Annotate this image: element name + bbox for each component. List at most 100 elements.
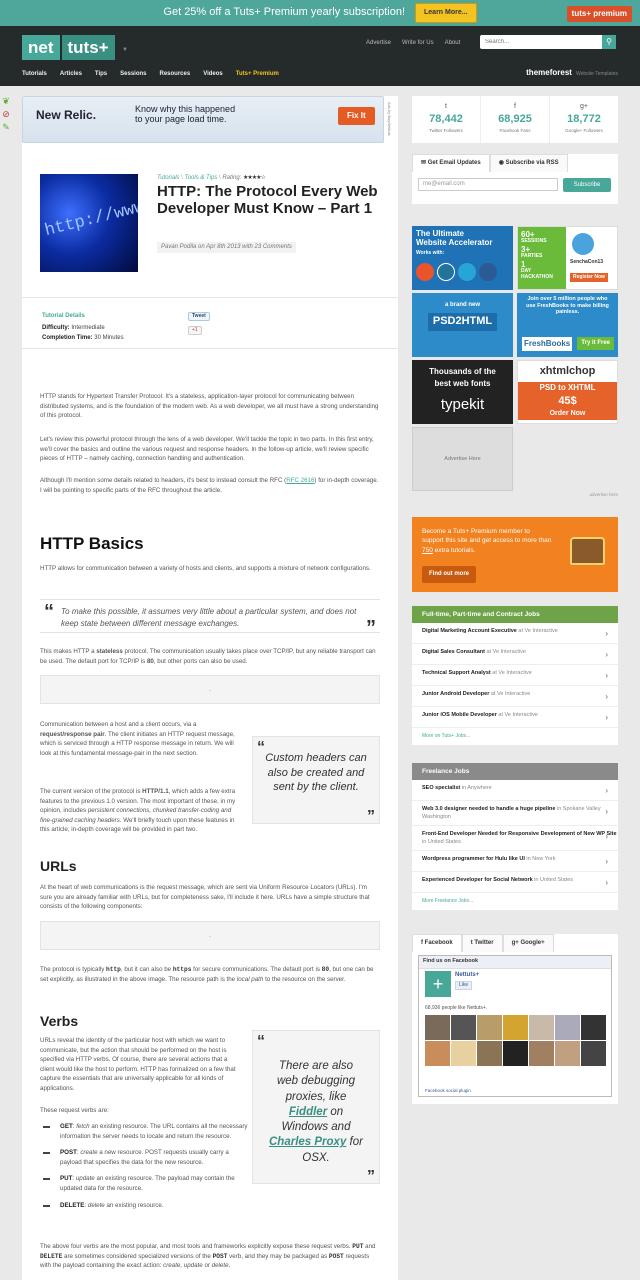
tab-twitter[interactable]: t Twitter — [461, 934, 503, 952]
tuts-premium-logo[interactable]: tuts+ premium — [566, 6, 632, 22]
pullquote2-open-icon: “ — [257, 1033, 265, 1050]
advertise-link[interactable]: Advertise — [366, 39, 391, 48]
write-for-us-link[interactable]: Write for Us — [402, 39, 434, 48]
avatar[interactable] — [425, 1041, 450, 1066]
chevron-right-icon: › — [605, 878, 608, 887]
freelance-item[interactable]: Wordpress programmer for Hulu like UI in… — [412, 851, 618, 872]
themeforest-sub: Website Templates — [575, 71, 618, 77]
premium-count-link[interactable]: 750 — [422, 547, 433, 554]
avatar[interactable] — [555, 1015, 580, 1040]
search-icon[interactable]: ⚲ — [602, 35, 616, 49]
job-item[interactable]: Junior iOS Mobile Developer at Ve Intera… — [412, 707, 618, 728]
nav-videos[interactable]: Videos — [203, 70, 223, 79]
advertise-here-slot[interactable]: Advertise Here — [412, 427, 513, 491]
tab-googleplus[interactable]: g+ Google+ — [502, 934, 554, 952]
themeforest-ad[interactable]: themeforest Website Templates — [526, 67, 618, 79]
site-logo[interactable]: net tuts+ — [22, 35, 115, 60]
freelance-item[interactable]: Front-End Developer Needed for Responsiv… — [412, 826, 618, 851]
subscribe-button[interactable]: Subscribe — [563, 178, 611, 192]
nav-articles[interactable]: Articles — [60, 70, 82, 79]
breadcrumb-tools-tips[interactable]: Tools & Tips — [185, 175, 218, 181]
freelance-item[interactable]: Web 3.0 designer needed to handle a huge… — [412, 801, 618, 826]
top-links: Advertise Write for Us About — [366, 39, 460, 48]
pullquote-close-icon: ” — [367, 807, 375, 825]
ad-xhtmlchop[interactable]: xhtmlchop PSD to XHTML 45$ Order Now — [517, 360, 618, 424]
nettuts-avatar[interactable]: + — [425, 971, 451, 997]
premium-promo: Become a Tuts+ Premium member to support… — [412, 517, 618, 592]
themeforest-logo: themeforest — [526, 68, 572, 77]
advertise-here-link[interactable]: advertise here — [589, 492, 618, 499]
breadcrumb-tutorials[interactable]: Tutorials — [157, 175, 180, 181]
nav-sessions[interactable]: Sessions — [120, 70, 146, 79]
nav-tips[interactable]: Tips — [95, 70, 107, 79]
learn-more-button[interactable]: Learn More... — [415, 2, 477, 24]
tab-rss[interactable]: ◉ Subscribe via RSS — [489, 154, 568, 172]
tool-icon[interactable]: ✎ — [0, 121, 12, 134]
tweet-button[interactable]: Tweet — [188, 312, 210, 322]
twitter-stat[interactable]: t 78,442 Twitter Followers — [412, 96, 481, 143]
more-jobs-link[interactable]: More on Tuts+ Jobs... — [412, 728, 618, 745]
avatar[interactable] — [581, 1015, 606, 1040]
ad-website-accelerator[interactable]: The Ultimate Website Accelerator Works w… — [412, 226, 513, 290]
google-plus-one-button[interactable]: +1 — [188, 326, 202, 336]
avatar[interactable] — [425, 1015, 450, 1040]
difficulty-row: Difficulty: Intermediate — [42, 324, 105, 333]
pullquote2-close-icon: ” — [367, 1167, 375, 1185]
network-dropdown-icon[interactable]: ▼ — [122, 46, 128, 55]
fb-page-name[interactable]: Nettuts+ — [455, 971, 479, 980]
avatar[interactable] — [451, 1041, 476, 1066]
ad-freshbooks[interactable]: Join over 5 million people who use Fresh… — [517, 293, 618, 357]
fb-social-plugin[interactable]: Facebook social plugin — [425, 1088, 471, 1095]
email-tabs: ✉ Get Email Updates ◉ Subscribe via RSS — [412, 154, 568, 172]
nav-resources[interactable]: Resources — [160, 70, 191, 79]
tab-email-updates[interactable]: ✉ Get Email Updates — [412, 154, 490, 172]
nav-premium[interactable]: Tuts+ Premium — [236, 70, 279, 79]
search-box: ⚲ — [480, 35, 616, 49]
googleplus-stat[interactable]: g+ 18,772 Google+ Followers — [550, 96, 618, 143]
about-link[interactable]: About — [445, 39, 461, 48]
avatar[interactable] — [503, 1041, 528, 1066]
paragraph-intro: HTTP stands for Hypertext Transfer Proto… — [40, 393, 379, 420]
find-out-more-button[interactable]: Find out more — [422, 566, 476, 583]
fix-it-button[interactable]: Fix It — [338, 107, 375, 125]
more-freelance-link[interactable]: More Freelance Jobs... — [412, 893, 618, 910]
job-item[interactable]: Digital Sales Consultant at Ve Interacti… — [412, 644, 618, 665]
paragraph-protocol: The protocol is typically http, but it c… — [40, 966, 374, 983]
email-input[interactable]: me@email.com — [418, 178, 558, 191]
image-placeholder-1: . — [40, 675, 380, 704]
new-relic-ad[interactable]: New Relic. Know why this happened to you… — [22, 96, 384, 143]
quote-text: To make this possible, it assumes very l… — [61, 607, 357, 628]
fiddler-link[interactable]: Fiddler — [289, 1106, 327, 1118]
tab-facebook[interactable]: f Facebook — [412, 934, 462, 952]
job-item[interactable]: Technical Support Analyst at Ve Interact… — [412, 665, 618, 686]
avatar[interactable] — [477, 1015, 502, 1040]
avatar[interactable] — [529, 1015, 554, 1040]
ad-psd2html[interactable]: a brand new PSD2HTML — [412, 293, 513, 357]
twitter-count: 78,442 — [429, 113, 463, 126]
avatar[interactable] — [529, 1041, 554, 1066]
avatar[interactable] — [477, 1041, 502, 1066]
block-icon[interactable]: ⊘ — [0, 108, 12, 121]
rfc-link[interactable]: RFC 2616 — [286, 477, 314, 484]
email-icon: ✉ — [421, 160, 428, 166]
side-tools: ❦ ⊘ ✎ — [0, 95, 12, 134]
freelance-item[interactable]: Experienced Developer for Social Network… — [412, 872, 618, 893]
freelance-item[interactable]: SEO specialist in Anywhere › — [412, 780, 618, 801]
avatar[interactable] — [503, 1015, 528, 1040]
ad-typekit[interactable]: Thousands of the best web fonts typekit — [412, 360, 513, 424]
paragraph-rfc: Although I'll mention some details relat… — [40, 477, 379, 494]
avatar[interactable] — [451, 1015, 476, 1040]
ad-senchacon[interactable]: 60+ SESSIONS 3+ PARTIES 1 DAY HACKATHON Sencha… — [517, 226, 618, 290]
charles-proxy-link[interactable]: Charles Proxy — [269, 1136, 346, 1148]
leaf-icon[interactable]: ❦ — [0, 95, 12, 108]
promo-text: Get 25% off a Tuts+ Premium yearly subsc… — [163, 6, 406, 19]
facebook-stat[interactable]: f 68,925 Facebook Fans — [481, 96, 550, 143]
avatar[interactable] — [581, 1041, 606, 1066]
job-item[interactable]: Digital Marketing Account Executive at V… — [412, 623, 618, 644]
avatar[interactable] — [555, 1041, 580, 1066]
nav-tutorials[interactable]: Tutorials — [22, 70, 47, 79]
fb-like-button[interactable]: Like — [455, 981, 473, 991]
list-item: POST: create a new resource. POST reques… — [40, 1148, 250, 1167]
search-input[interactable] — [480, 35, 598, 49]
job-item[interactable]: Junior Android Developer at Ve Interacti… — [412, 686, 618, 707]
